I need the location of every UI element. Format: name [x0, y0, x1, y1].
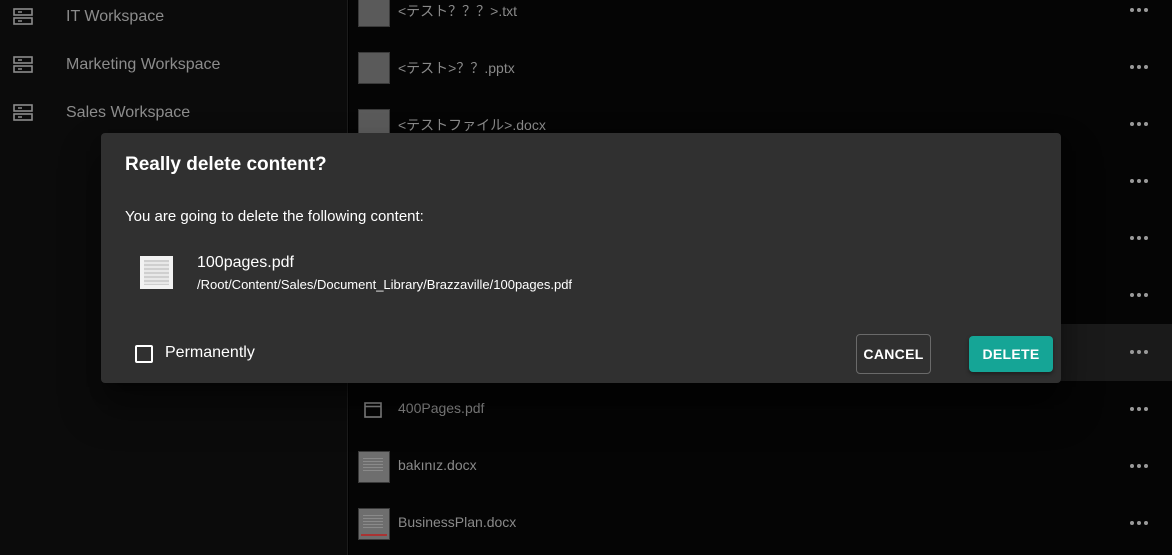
- content-name: 100pages.pdf: [197, 254, 294, 271]
- workspace-icon: [12, 103, 34, 125]
- permanently-label[interactable]: Permanently: [165, 344, 255, 362]
- content-thumbnail: [140, 256, 173, 289]
- more-options-icon[interactable]: [1127, 340, 1151, 364]
- delete-confirm-dialog: Really delete content? You are going to …: [101, 133, 1061, 383]
- table-row[interactable]: bakınız.docx: [349, 442, 1172, 499]
- dialog-title: Really delete content?: [125, 154, 327, 175]
- sidebar-item-it-workspace[interactable]: IT Workspace: [0, 0, 348, 43]
- delete-button[interactable]: DELETE: [969, 336, 1053, 372]
- sidebar-item-label: IT Workspace: [66, 8, 165, 25]
- table-row[interactable]: <テスト？？？>.txt: [349, 0, 1172, 43]
- sidebar-item-marketing-workspace[interactable]: Marketing Workspace: [0, 43, 348, 91]
- more-options-icon[interactable]: [1127, 454, 1151, 478]
- file-name: 400Pages.pdf: [398, 400, 485, 416]
- file-thumbnail: [358, 508, 390, 540]
- more-options-icon[interactable]: [1127, 511, 1151, 535]
- sidebar-item-sales-workspace[interactable]: Sales Workspace: [0, 91, 348, 139]
- table-row[interactable]: BusinessPlan.docx: [349, 499, 1172, 555]
- more-options-icon[interactable]: [1127, 169, 1151, 193]
- pdf-file-icon: [363, 400, 383, 420]
- content-path: /Root/Content/Sales/Document_Library/Bra…: [197, 277, 573, 292]
- more-options-icon[interactable]: [1127, 55, 1151, 79]
- table-row[interactable]: 400Pages.pdf: [349, 385, 1172, 442]
- more-options-icon[interactable]: [1127, 226, 1151, 250]
- file-name: <テスト>？？.pptx: [398, 60, 515, 76]
- file-name: <テスト？？？>.txt: [398, 3, 518, 19]
- workspace-icon: [12, 55, 34, 77]
- file-thumbnail: [358, 451, 390, 483]
- cancel-button[interactable]: CANCEL: [856, 334, 931, 374]
- file-thumbnail: [358, 52, 390, 84]
- dialog-message: You are going to delete the following co…: [125, 208, 424, 225]
- more-options-icon[interactable]: [1127, 0, 1151, 22]
- more-options-icon[interactable]: [1127, 283, 1151, 307]
- file-name: bakınız.docx: [398, 457, 477, 473]
- file-name: <テストファイル>.docx: [398, 117, 546, 133]
- permanently-checkbox[interactable]: [135, 345, 153, 363]
- sidebar-item-label: Sales Workspace: [66, 104, 191, 121]
- more-options-icon[interactable]: [1127, 112, 1151, 136]
- app-root: IT Workspace Marketing Workspace Sales W…: [0, 0, 1172, 555]
- table-row[interactable]: <テスト>？？.pptx: [349, 43, 1172, 100]
- more-options-icon[interactable]: [1127, 397, 1151, 421]
- file-thumbnail: [358, 0, 390, 27]
- sidebar-item-label: Marketing Workspace: [66, 56, 221, 73]
- workspace-icon: [12, 7, 34, 29]
- file-name: BusinessPlan.docx: [398, 514, 517, 530]
